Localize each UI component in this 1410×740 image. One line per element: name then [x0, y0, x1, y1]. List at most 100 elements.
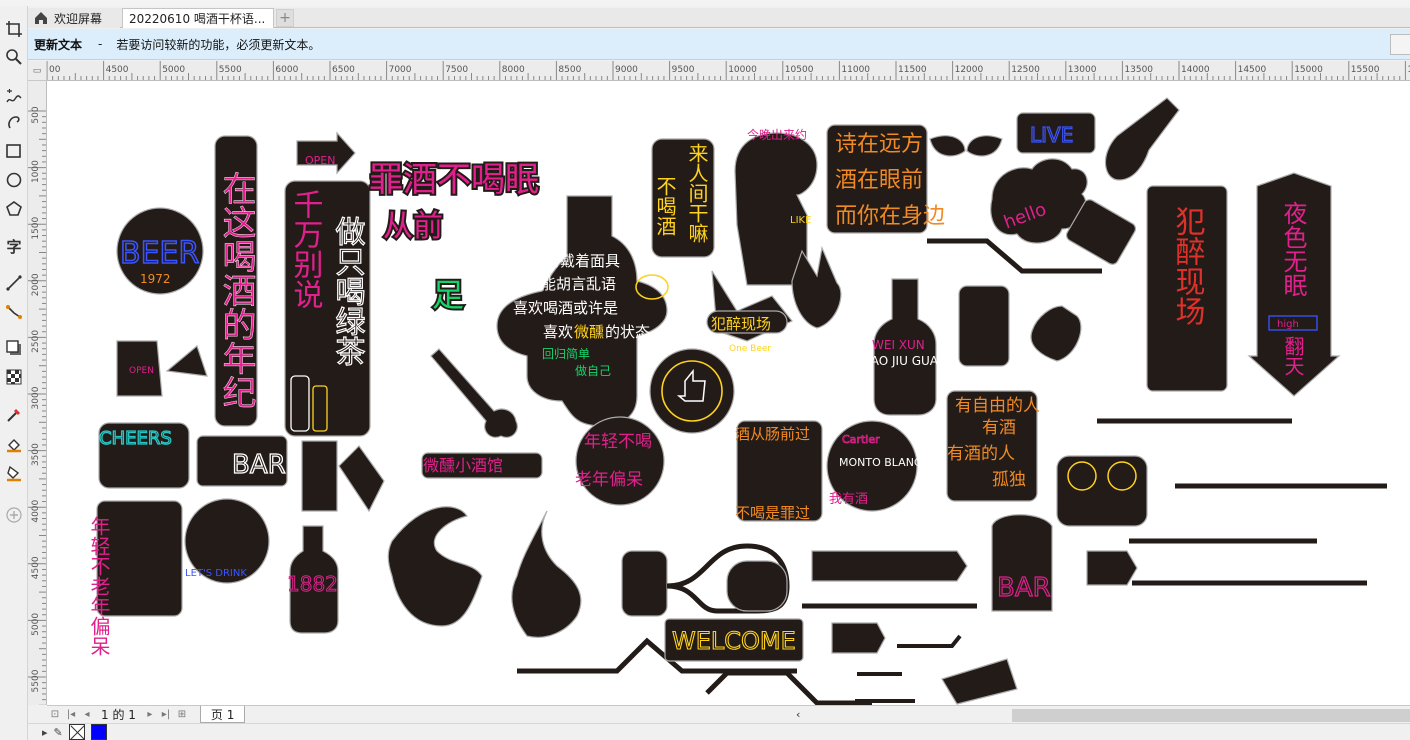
ruler-tick-label: 13500	[1124, 65, 1153, 75]
ruler-tick-label: 12500	[1011, 65, 1040, 75]
transparency-tool-icon[interactable]	[3, 366, 25, 388]
ruler-tick-label: 5500	[31, 669, 41, 692]
ruler-tick-label: 9000	[615, 65, 638, 75]
poem-line-3: 而你在身边	[835, 204, 945, 229]
connector-tool-icon[interactable]	[3, 301, 25, 323]
date-tonight-text: 今晚出来约	[747, 127, 807, 142]
i-have-wine-text: 我有酒	[829, 492, 868, 507]
ruler-tick-label: 11000	[841, 65, 870, 75]
eyedropper-icon[interactable]: ✎	[54, 726, 63, 739]
rock-hand-icon	[791, 245, 842, 329]
freehand-tool-icon[interactable]	[3, 86, 25, 108]
speaker-icon	[958, 285, 1010, 367]
artistic-media-icon[interactable]	[3, 110, 25, 132]
last-page-button[interactable]: ▸|	[160, 708, 172, 722]
zoom-tool-icon[interactable]	[3, 46, 25, 68]
add-tab-button[interactable]: +	[276, 9, 294, 27]
horizontal-ruler[interactable]: 00 4500 5000 5500 6000 6500 7000 7500 8000 8500 90…	[47, 61, 1410, 81]
xiaojiuguan-text: XIAO JIU GUAN	[859, 354, 947, 368]
crime-scene-neon: 犯醉现场	[1146, 185, 1228, 392]
bubble-line-2: 醉了也可能胡言乱语	[481, 275, 616, 293]
notification-separator: -	[98, 37, 103, 51]
left-wing-icon	[387, 506, 483, 627]
ruler-tick-label: 14000	[1181, 65, 1210, 75]
no-drink-text: 不喝酒	[653, 176, 677, 236]
ruler-tick-label: 8500	[558, 65, 581, 75]
drawing-canvas[interactable]: .blk { fill: #231b18; stroke: #aaa; stro…	[47, 81, 1410, 705]
green-tea-text: 做只喝绿茶	[330, 216, 366, 366]
outline-color-swatch[interactable]	[90, 724, 107, 740]
bubble-line-1: 清醒时戴着面具	[515, 252, 620, 270]
ruler-tick-label: 00	[49, 65, 61, 75]
next-page-button[interactable]: ▸	[144, 708, 156, 722]
ruler-tick-label: 11500	[898, 65, 927, 75]
ruler-tick-label: 5000	[162, 65, 185, 75]
ruler-tick-label: 6500	[332, 65, 355, 75]
beer-open-icon: OPEN	[116, 340, 208, 397]
smart-fill-icon[interactable]	[3, 462, 25, 484]
first-page-button[interactable]: |◂	[65, 708, 77, 722]
tab-welcome-screen[interactable]: 欢迎屏幕	[28, 8, 120, 28]
past-text: 从前	[383, 209, 443, 244]
notification-title: 更新文本	[34, 37, 83, 52]
wings-icon	[929, 135, 1003, 157]
status-bar: ▸ ✎	[28, 723, 1410, 740]
ruler-tick-label: 8000	[502, 65, 525, 75]
page-count: 1 的 1	[101, 708, 136, 722]
rectangle-tool-icon[interactable]	[3, 140, 25, 162]
bubble-line-4b: 微醺	[574, 323, 604, 341]
weixun-text: WEI XUN	[872, 338, 925, 352]
ruler-tick-label: 3500	[31, 443, 41, 466]
montoblanc-text: MONTO BLANC	[839, 456, 922, 469]
line-tool-icon[interactable]	[3, 272, 25, 294]
crop-tool-icon[interactable]	[3, 18, 25, 40]
page-tab[interactable]: 页 1	[199, 706, 246, 723]
ruler-origin[interactable]: ▭	[28, 61, 47, 81]
dont-say-text: 千万别说	[288, 189, 324, 309]
foot-text: 足	[432, 276, 464, 314]
guitar-icon	[430, 348, 518, 438]
young-circle-line-2: 老年偏呆	[575, 470, 643, 490]
text-tool-icon[interactable]: 字	[3, 235, 25, 257]
tab-welcome-label: 欢迎屏幕	[54, 11, 103, 26]
scroll-left-icon[interactable]: ‹	[796, 708, 800, 721]
one-beer-text: One Beer	[729, 344, 771, 354]
eyedropper-tool-icon[interactable]	[3, 404, 25, 426]
scrollbar-thumb[interactable]	[1012, 709, 1410, 722]
neon-artwork[interactable]: .blk { fill: #231b18; stroke: #aaa; stro…	[47, 81, 1410, 705]
shadow-tool-icon[interactable]	[3, 337, 25, 359]
ruler-tick-label: 10000	[728, 65, 757, 75]
expand-arrow-icon[interactable]: ▸	[42, 726, 48, 739]
polygon-tool-icon[interactable]	[3, 198, 25, 220]
poem-line-1: 诗在远方	[835, 132, 923, 157]
horizontal-scrollbar[interactable]: ‹	[794, 705, 1410, 723]
add-tool-icon[interactable]	[3, 504, 25, 526]
notification-bar: 更新文本 - 若要访问较新的功能，必须更新文本。	[28, 29, 1410, 60]
sleepless-wine-text: 罪酒不喝眠	[369, 160, 539, 200]
fill-none-swatch[interactable]	[68, 724, 85, 740]
interactive-fill-icon[interactable]	[3, 434, 25, 456]
why-come-text: 来人间干嘛	[685, 143, 709, 243]
add-page-button[interactable]: ⊞	[176, 708, 188, 722]
open-arrow-text: OPEN	[305, 154, 335, 167]
bottle-1882: 1882	[287, 525, 339, 634]
live-text: LIVE	[1030, 123, 1073, 147]
vertical-ruler[interactable]: 500 1000 1500 2000 2500 3000 3500 4000 4500 5000 5…	[28, 81, 47, 705]
flip-sky-text: 翻天	[1281, 336, 1305, 376]
welcome-sign: WELCOME	[664, 618, 804, 662]
bar-cup-icon: BAR	[991, 514, 1053, 612]
tab-document-label: 20220610 喝酒干杯语...	[129, 12, 266, 26]
tab-document[interactable]: 20220610 喝酒干杯语...	[122, 8, 274, 28]
young-old-text: 年轻不老年偏呆	[87, 516, 111, 656]
ellipse-tool-icon[interactable]	[3, 169, 25, 191]
wine-passes-text: 酒从肠前过	[735, 425, 810, 443]
bottle-speech-bubble: 清醒时戴着面具 醉了也可能胡言乱语 喜欢喝酒或许是 喜欢 微醺 的状态 回归简单…	[481, 195, 669, 427]
toolbox: 字	[0, 6, 28, 740]
prev-page-button[interactable]: ◂	[81, 708, 93, 722]
right-wing-icon	[511, 510, 582, 638]
notification-update-button[interactable]	[1390, 34, 1410, 55]
beer-sign-text: BEER	[120, 236, 199, 271]
page-settings-icon[interactable]: ⊡	[49, 708, 61, 722]
like-text: LIKE	[790, 215, 811, 226]
cheers-text: CHEERS	[99, 428, 172, 449]
